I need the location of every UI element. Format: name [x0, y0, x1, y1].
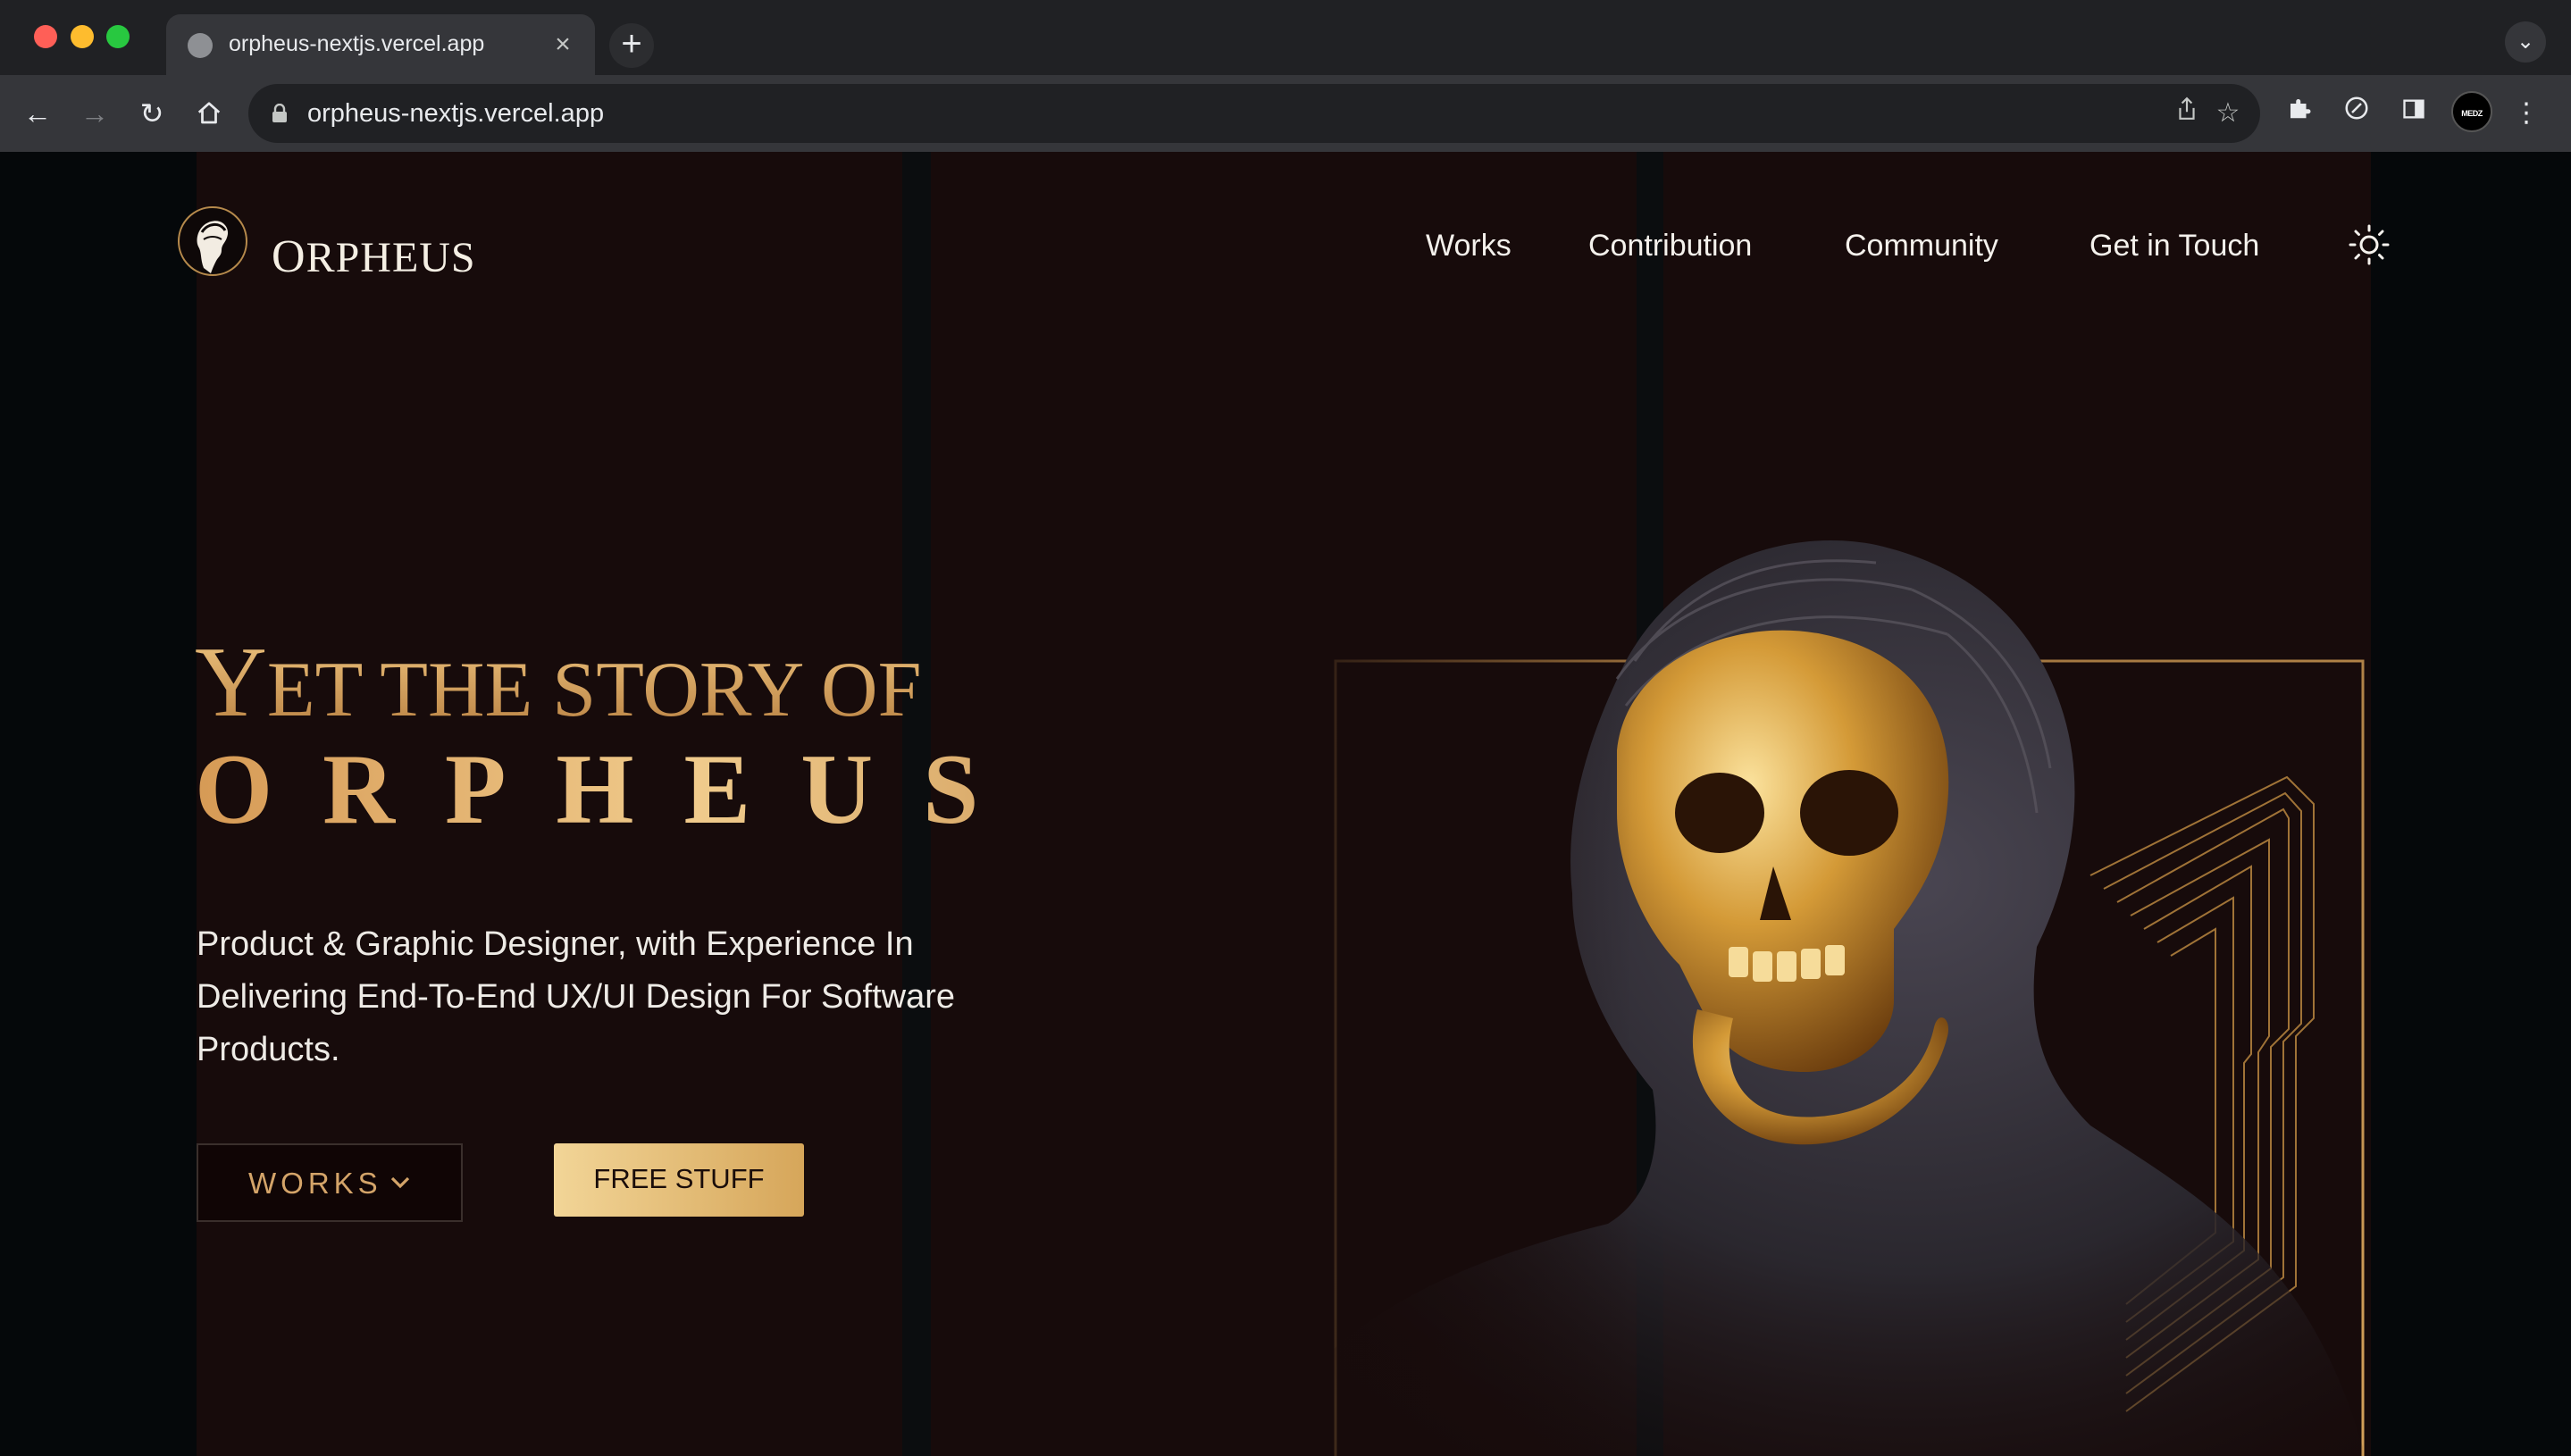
free-stuff-label: FREE STUFF — [593, 1163, 765, 1194]
browser-tab[interactable]: orpheus-nextjs.vercel.app × — [166, 14, 595, 75]
works-dropdown-button[interactable]: WORKS — [197, 1143, 463, 1222]
works-button-label: WORKS — [248, 1167, 382, 1200]
nav-get-in-touch[interactable]: Get in Touch — [2089, 229, 2259, 264]
browser-toolbar: ← → ↻ orpheus-nextjs.vercel.app ☆ ⋮ — [0, 75, 2571, 152]
side-panel-icon[interactable] — [2394, 94, 2433, 133]
tab-close-icon[interactable]: × — [547, 27, 579, 63]
hero-statue-illustration — [1233, 393, 2376, 1456]
page-viewport: ORPHEUS Works Contribution Community Get… — [0, 152, 2571, 1456]
extensions-puzzle-icon[interactable] — [2280, 94, 2319, 133]
hero-heading-rest: ET THE STORY OF — [266, 647, 922, 733]
bookmark-star-icon[interactable]: ☆ — [2210, 96, 2246, 131]
nav-works[interactable]: Works — [1426, 229, 1512, 264]
browser-tab-bar: orpheus-nextjs.vercel.app × + ⌄ — [0, 0, 2571, 75]
tab-title: orpheus-nextjs.vercel.app — [229, 31, 485, 56]
url-text: orpheus-nextjs.vercel.app — [307, 99, 605, 128]
sun-icon[interactable] — [2348, 223, 2391, 266]
address-bar[interactable]: orpheus-nextjs.vercel.app ☆ — [248, 84, 2260, 143]
nav-community[interactable]: Community — [1845, 229, 1998, 264]
minimize-window-button[interactable] — [71, 25, 94, 48]
new-tab-button[interactable]: + — [609, 23, 654, 68]
back-arrow-icon[interactable]: ← — [18, 94, 57, 133]
chevron-down-icon — [390, 1176, 410, 1189]
forward-arrow-icon[interactable]: → — [75, 94, 114, 133]
tab-search-chevron-icon[interactable]: ⌄ — [2505, 21, 2546, 63]
reload-icon[interactable]: ↻ — [132, 94, 172, 133]
hero-heading-line1: YET THE STORY OF — [195, 625, 922, 741]
brand-initial: O — [272, 231, 306, 282]
brand-name[interactable]: ORPHEUS — [272, 230, 476, 283]
extension-leaf-icon[interactable] — [2337, 94, 2376, 133]
close-window-button[interactable] — [34, 25, 57, 48]
free-stuff-button[interactable]: FREE STUFF — [554, 1143, 804, 1217]
globe-icon — [188, 33, 213, 58]
hero-heading-line2: ORPHEUS — [195, 732, 1028, 848]
nav-contribution[interactable]: Contribution — [1588, 229, 1752, 264]
maximize-window-button[interactable] — [106, 25, 130, 48]
brand-rest: RPHEUS — [306, 234, 476, 281]
orpheus-logo-icon[interactable] — [177, 205, 248, 280]
profile-avatar[interactable]: MEDZ — [2451, 91, 2492, 132]
hero-tagline: Product & Graphic Designer, with Experie… — [197, 925, 956, 1068]
home-icon[interactable] — [189, 94, 229, 133]
lock-icon — [272, 104, 287, 122]
browser-menu-icon[interactable]: ⋮ — [2507, 94, 2546, 133]
share-icon[interactable] — [2169, 96, 2205, 131]
hero-heading-cap: Y — [195, 627, 267, 738]
